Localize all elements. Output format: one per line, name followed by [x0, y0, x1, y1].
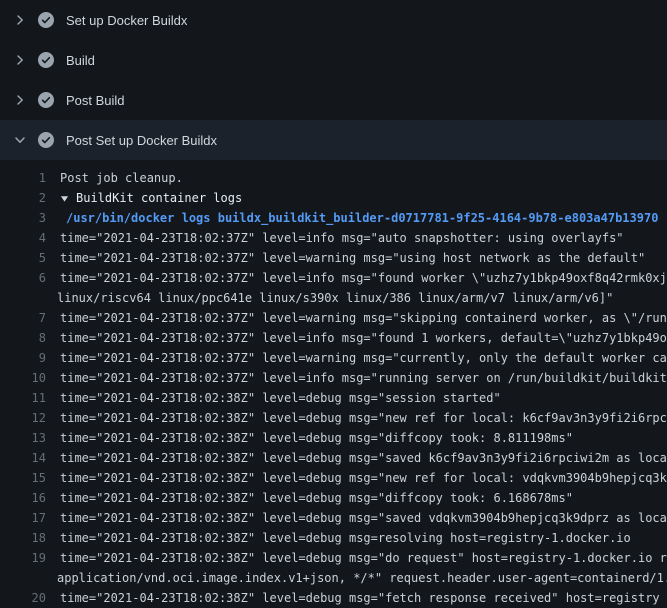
log-text: time="2021-04-23T18:02:37Z" level=warnin… — [60, 308, 667, 328]
line-number[interactable]: 19 — [0, 548, 46, 568]
log-text: time="2021-04-23T18:02:37Z" level=info m… — [60, 368, 667, 388]
step-label: Build — [66, 53, 95, 68]
step-row-set-up-docker-buildx[interactable]: Set up Docker Buildx — [0, 0, 667, 40]
log-line: 11 time="2021-04-23T18:02:38Z" level=debu… — [0, 388, 667, 408]
log-text: time="2021-04-23T18:02:37Z" level=warnin… — [60, 348, 667, 368]
log-line: 5 time="2021-04-23T18:02:37Z" level=warni… — [0, 248, 667, 268]
log-line: 8 time="2021-04-23T18:02:37Z" level=info … — [0, 328, 667, 348]
log-text: time="2021-04-23T18:02:38Z" level=debug … — [60, 468, 667, 488]
check-circle-icon — [38, 132, 54, 148]
line-number[interactable]: 17 — [0, 508, 46, 528]
chevron-right-icon[interactable] — [12, 92, 28, 108]
log-text: Post job cleanup. — [60, 168, 183, 188]
log-line: application/vnd.oci.image.index.v1+json,… — [0, 568, 667, 588]
chevron-down-icon[interactable] — [12, 132, 28, 148]
log-text: time="2021-04-23T18:02:38Z" level=debug … — [60, 388, 501, 408]
step-row-post-build[interactable]: Post Build — [0, 80, 667, 120]
log-line: 1 Post job cleanup. — [0, 168, 667, 188]
log-text: time="2021-04-23T18:02:37Z" level=info m… — [60, 228, 624, 248]
line-number[interactable]: 16 — [0, 488, 46, 508]
check-circle-icon — [38, 12, 54, 28]
log-line: 18 time="2021-04-23T18:02:38Z" level=debu… — [0, 528, 667, 548]
log-line: 6 time="2021-04-23T18:02:37Z" level=info … — [0, 268, 667, 288]
step-label: Post Build — [66, 93, 125, 108]
log-line: 4 time="2021-04-23T18:02:37Z" level=info … — [0, 228, 667, 248]
line-number[interactable]: 1 — [0, 168, 46, 188]
log-line: 14 time="2021-04-23T18:02:38Z" level=debu… — [0, 448, 667, 468]
line-number — [0, 288, 46, 308]
log-text: time="2021-04-23T18:02:37Z" level=info m… — [60, 268, 667, 288]
log-text: time="2021-04-23T18:02:38Z" level=debug … — [60, 548, 667, 568]
steps-list: Set up Docker Buildx Build Post Build Post … — [0, 0, 667, 160]
line-number[interactable]: 15 — [0, 468, 46, 488]
line-number — [0, 568, 46, 588]
log-line: 2 BuildKit container logs — [0, 188, 667, 208]
log-line: 3/usr/bin/docker logs buildx_buildkit_bu… — [0, 208, 667, 228]
line-number[interactable]: 14 — [0, 448, 46, 468]
log-text: time="2021-04-23T18:02:38Z" level=debug … — [60, 508, 667, 528]
log-text: time="2021-04-23T18:02:37Z" level=info m… — [60, 328, 667, 348]
line-number[interactable]: 6 — [0, 268, 46, 288]
log-text: application/vnd.oci.image.index.v1+json,… — [57, 568, 667, 588]
line-number[interactable]: 20 — [0, 588, 46, 608]
step-label: Set up Docker Buildx — [66, 13, 187, 28]
step-row-post-set-up-docker-buildx[interactable]: Post Set up Docker Buildx — [0, 120, 667, 160]
check-circle-icon — [38, 52, 54, 68]
log-line: 16 time="2021-04-23T18:02:38Z" level=debu… — [0, 488, 667, 508]
chevron-right-icon[interactable] — [12, 52, 28, 68]
step-label: Post Set up Docker Buildx — [66, 133, 217, 148]
log-text: time="2021-04-23T18:02:38Z" level=debug … — [60, 428, 573, 448]
log-line: 9 time="2021-04-23T18:02:37Z" level=warni… — [0, 348, 667, 368]
line-number[interactable]: 7 — [0, 308, 46, 328]
line-number[interactable]: 8 — [0, 328, 46, 348]
log-text: time="2021-04-23T18:02:37Z" level=warnin… — [60, 248, 645, 268]
log-viewer[interactable]: 1 Post job cleanup. 2 BuildKit container lo… — [0, 160, 667, 608]
line-number[interactable]: 5 — [0, 248, 46, 268]
log-command-text: /usr/bin/docker logs buildx_buildkit_bui… — [66, 208, 658, 228]
line-number[interactable]: 18 — [0, 528, 46, 548]
log-text: time="2021-04-23T18:02:38Z" level=debug … — [60, 528, 631, 548]
log-group-header[interactable]: BuildKit container logs — [60, 188, 242, 208]
log-line: 12 time="2021-04-23T18:02:38Z" level=debu… — [0, 408, 667, 428]
log-line: 19 time="2021-04-23T18:02:38Z" level=debu… — [0, 548, 667, 568]
log-text: linux/riscv64 linux/ppc641e linux/s390x … — [57, 288, 613, 308]
check-circle-icon — [38, 92, 54, 108]
line-number[interactable]: 3 — [0, 208, 46, 228]
step-row-build[interactable]: Build — [0, 40, 667, 80]
log-line: 20 time="2021-04-23T18:02:38Z" level=debu… — [0, 588, 667, 608]
line-number[interactable]: 2 — [0, 188, 46, 208]
log-line: 15 time="2021-04-23T18:02:38Z" level=debu… — [0, 468, 667, 488]
log-line: 7 time="2021-04-23T18:02:37Z" level=warni… — [0, 308, 667, 328]
log-line: 13 time="2021-04-23T18:02:38Z" level=debu… — [0, 428, 667, 448]
line-number[interactable]: 10 — [0, 368, 46, 388]
chevron-right-icon[interactable] — [12, 12, 28, 28]
log-text: time="2021-04-23T18:02:38Z" level=debug … — [60, 588, 660, 608]
log-text: time="2021-04-23T18:02:38Z" level=debug … — [60, 448, 667, 468]
line-number[interactable]: 9 — [0, 348, 46, 368]
line-number[interactable]: 12 — [0, 408, 46, 428]
log-line: 17 time="2021-04-23T18:02:38Z" level=debu… — [0, 508, 667, 528]
line-number[interactable]: 4 — [0, 228, 46, 248]
log-text: time="2021-04-23T18:02:38Z" level=debug … — [60, 488, 573, 508]
log-line: linux/riscv64 linux/ppc641e linux/s390x … — [0, 288, 667, 308]
log-line: 10 time="2021-04-23T18:02:37Z" level=info… — [0, 368, 667, 388]
log-text: time="2021-04-23T18:02:38Z" level=debug … — [60, 408, 667, 428]
caret-down-icon[interactable] — [60, 194, 76, 203]
log-group-label: BuildKit container logs — [76, 188, 242, 208]
line-number[interactable]: 11 — [0, 388, 46, 408]
line-number[interactable]: 13 — [0, 428, 46, 448]
